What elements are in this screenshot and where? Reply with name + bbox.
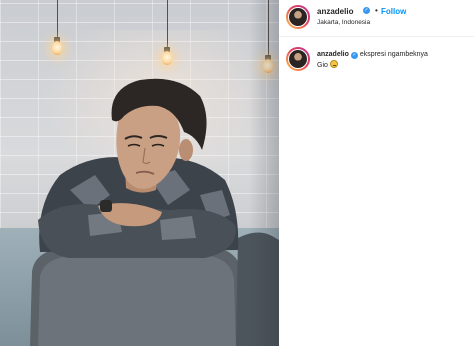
post-side-panel: anzadelio ✓ • Follow Jakarta, Indonesia … (279, 0, 474, 346)
caption-comment: anzadelio ✓ ekspresi ngambeknya Gio (279, 44, 474, 84)
caption-text: anzadelio ✓ ekspresi ngambeknya Gio (317, 50, 467, 71)
photo-edge-shadow (249, 0, 279, 346)
avatar[interactable] (286, 5, 310, 29)
post-photo[interactable] (0, 0, 279, 346)
avatar[interactable] (286, 47, 310, 71)
location-link[interactable]: Jakarta, Indonesia (317, 19, 370, 26)
person-figure (30, 78, 279, 346)
avatar-photo (288, 49, 308, 69)
follow-button[interactable]: Follow (381, 7, 406, 16)
verified-badge-icon: ✓ (363, 7, 370, 14)
post-header: anzadelio ✓ • Follow Jakarta, Indonesia (279, 0, 474, 37)
instagram-post: anzadelio ✓ • Follow Jakarta, Indonesia … (0, 0, 474, 346)
caption-line-1: ekspresi ngambeknya (359, 51, 428, 58)
pouting-face-icon (329, 60, 338, 68)
caption-username[interactable]: anzadelio (317, 51, 349, 58)
header-username[interactable]: anzadelio (317, 7, 353, 16)
separator-dot: • (375, 6, 378, 15)
caption-line-2: Gio (317, 62, 328, 69)
verified-badge-icon: ✓ (350, 52, 358, 59)
avatar-photo (288, 7, 308, 27)
